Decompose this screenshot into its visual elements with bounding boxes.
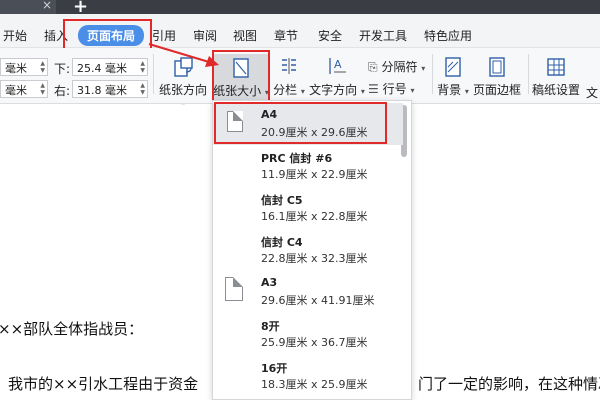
page-border-icon xyxy=(489,57,505,77)
paper-option-dims: 22.8厘米 x 32.3厘米 xyxy=(261,252,368,265)
columns-label: 分栏 xyxy=(273,83,298,97)
margin-right-field[interactable]: 31.8 毫米 ▲ ▼ xyxy=(72,80,148,98)
paper-option-name: 信封 C5 xyxy=(261,194,303,207)
spin-icon[interactable]: ▲ ▼ xyxy=(140,82,145,96)
text-partial-button[interactable]: 文 xyxy=(584,84,600,100)
manuscript-paper-button[interactable]: 稿纸设置 xyxy=(532,56,580,100)
page-layout-highlight xyxy=(63,19,152,50)
ribbon-divider xyxy=(528,54,529,94)
margin-bottom-value: 25.4 毫米 xyxy=(77,62,127,75)
paper-option-dims: 11.9厘米 x 22.9厘米 xyxy=(261,168,368,181)
page-border-button[interactable]: 页面边框 xyxy=(472,56,522,100)
doc-paragraph-right: 门了一定的影响，在这种情况 xyxy=(418,375,600,393)
paper-option-c5[interactable]: 信封 C5 16.1厘米 x 22.8厘米 xyxy=(213,187,403,229)
separator-label: 分隔符 xyxy=(381,60,418,74)
margin-top-value: 毫米 xyxy=(5,62,27,75)
ribbon-divider xyxy=(432,54,433,94)
page-border-label: 页面边框 xyxy=(472,83,521,97)
menu-view[interactable]: 视图 xyxy=(233,27,257,44)
margin-left-field[interactable]: 毫米 ▲ ▼ xyxy=(0,80,48,98)
manuscript-grid-icon xyxy=(547,58,565,76)
background-icon xyxy=(445,57,461,77)
paper-option-dims: 16.1厘米 x 22.8厘米 xyxy=(261,210,368,223)
text-direction-button[interactable]: A 文字方向 ▾ xyxy=(309,56,365,100)
doc-paragraph-left: 我市的××引水工程由于资金 xyxy=(8,375,199,393)
columns-button[interactable]: 分栏 ▾ xyxy=(272,56,306,100)
text-direction-icon: A xyxy=(329,58,346,74)
paper-option-name: PRC 信封 #6 xyxy=(261,152,333,165)
paper-option-name: 16开 xyxy=(261,362,288,375)
paper-size-highlight xyxy=(212,50,270,102)
page-icon xyxy=(225,277,243,301)
chevron-down-icon: ▾ xyxy=(464,87,469,96)
margin-left-value: 毫米 xyxy=(5,84,27,97)
close-tab-icon[interactable]: × xyxy=(42,0,52,12)
paper-option-dims: 29.6厘米 x 41.91厘米 xyxy=(261,294,375,307)
columns-icon xyxy=(282,58,296,74)
paper-option-name: 8开 xyxy=(261,320,280,333)
margin-right-label: 右: xyxy=(54,84,71,98)
margin-top-field[interactable]: 毫米 ▲ ▼ xyxy=(0,58,48,76)
paper-option-16k[interactable]: 16开 18.3厘米 x 25.9厘米 xyxy=(213,355,403,397)
menu-special[interactable]: 特色应用 xyxy=(424,27,472,44)
paper-size-dropdown: A4 20.9厘米 x 29.6厘米 PRC 信封 #6 11.9厘米 x 22… xyxy=(212,100,412,400)
spin-icon[interactable]: ▲ ▼ xyxy=(40,60,45,74)
document-tab-strip: × + xyxy=(0,0,600,17)
svg-text:A: A xyxy=(334,58,342,71)
paper-option-dims: 18.3厘米 x 25.9厘米 xyxy=(261,378,368,391)
line-numbers-button[interactable]: ☰ 行号 ▾ xyxy=(368,80,428,98)
orientation-label: 纸张方向 xyxy=(158,83,207,97)
paper-option-c4[interactable]: 信封 C4 22.8厘米 x 32.3厘米 xyxy=(213,229,403,271)
margin-bottom-label: 下: xyxy=(54,62,71,76)
chevron-down-icon: ▾ xyxy=(360,87,365,96)
paper-option-name: A3 xyxy=(261,276,278,289)
separator-button[interactable]: ⎘ 分隔符 ▾ xyxy=(368,58,428,76)
chevron-down-icon: ▾ xyxy=(410,86,415,95)
menu-developer[interactable]: 开发工具 xyxy=(359,27,407,44)
paper-option-dims: 25.9厘米 x 36.7厘米 xyxy=(261,336,368,349)
margin-right-value: 31.8 毫米 xyxy=(77,84,127,97)
chevron-down-icon: ▾ xyxy=(421,64,426,73)
spin-icon[interactable]: ▲ ▼ xyxy=(40,82,45,96)
text-partial-label: 文 xyxy=(585,86,598,100)
manuscript-paper-label: 稿纸设置 xyxy=(532,83,581,97)
paper-option-a3[interactable]: A3 29.6厘米 x 41.91厘米 xyxy=(213,271,403,313)
menu-chapter[interactable]: 章节 xyxy=(274,27,298,44)
menu-security[interactable]: 安全 xyxy=(318,27,342,44)
margin-bottom-field[interactable]: 25.4 毫米 ▲ ▼ xyxy=(72,58,148,76)
background-button[interactable]: 背景 ▾ xyxy=(436,56,470,100)
separator-icon: ⎘ xyxy=(368,60,378,74)
line-numbers-label: 行号 xyxy=(382,82,407,96)
menu-home[interactable]: 开始 xyxy=(3,27,27,44)
paper-option-name: 信封 C4 xyxy=(261,236,303,249)
doc-salutation: ××部队全体指战员： xyxy=(0,320,144,338)
text-direction-label: 文字方向 xyxy=(309,83,358,97)
line-numbers-icon: ☰ xyxy=(368,82,379,96)
paper-option-8k[interactable]: 8开 25.9厘米 x 36.7厘米 xyxy=(213,313,403,355)
paper-option-prc6[interactable]: PRC 信封 #6 11.9厘米 x 22.9厘米 xyxy=(213,145,403,187)
a4-option-highlight xyxy=(214,102,387,144)
background-label: 背景 xyxy=(437,83,462,97)
chevron-down-icon: ▾ xyxy=(300,87,305,96)
